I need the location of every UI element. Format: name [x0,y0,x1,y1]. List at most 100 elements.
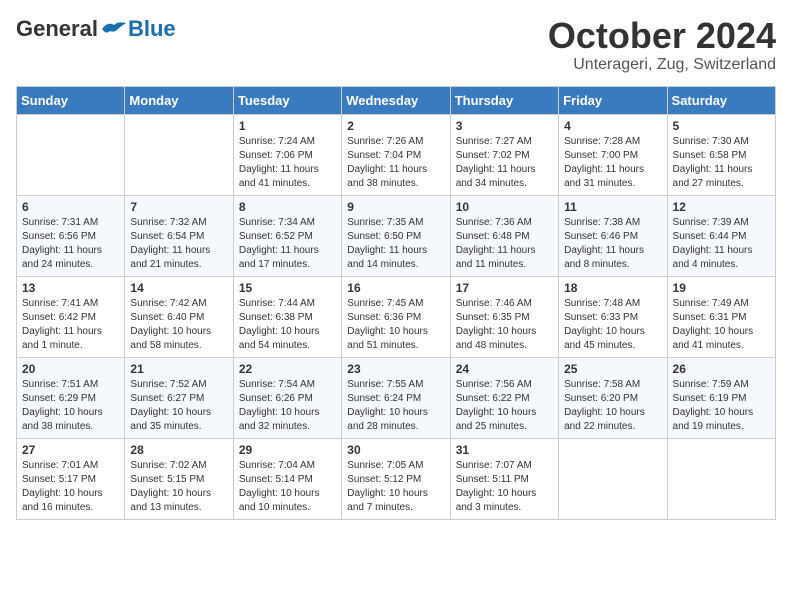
day-content: Sunrise: 7:52 AM Sunset: 6:27 PM Dayligh… [130,378,227,434]
calendar-cell: 24 Sunrise: 7:56 AM Sunset: 6:22 PM Dayli… [450,357,558,438]
weekday-header-thursday: Thursday [450,86,558,114]
calendar-cell: 6Sunrise: 7:31 AM Sunset: 6:56 PM Daylig… [17,195,125,276]
calendar-cell: 31 Sunrise: 7:07 AM Sunset: 5:11 PM Dayli… [450,438,558,519]
day-number: 14 [130,281,227,295]
calendar-cell: 3Sunrise: 7:27 AM Sunset: 7:02 PM Daylig… [450,114,558,195]
day-number: 5 [673,119,770,133]
weekday-header-wednesday: Wednesday [342,86,450,114]
day-content: Sunrise: 7:26 AM Sunset: 7:04 PM Dayligh… [347,135,444,191]
calendar-cell: 28Sunrise: 7:02 AM Sunset: 5:15 PM Dayli… [125,438,233,519]
day-number: 7 [130,200,227,214]
logo: General Blue [16,16,176,42]
calendar-cell: 7Sunrise: 7:32 AM Sunset: 6:54 PM Daylig… [125,195,233,276]
day-content: Sunrise: 7:38 AM Sunset: 6:46 PM Dayligh… [564,216,661,272]
calendar-cell: 25 Sunrise: 7:58 AM Sunset: 6:20 PM Dayli… [559,357,667,438]
day-content: Sunrise: 7:34 AM Sunset: 6:52 PM Dayligh… [239,216,336,272]
day-content: Sunrise: 7:49 AM Sunset: 6:31 PM Dayligh… [673,297,770,353]
calendar-week-3: 13 Sunrise: 7:41 AM Sunset: 6:42 PM Dayli… [17,276,776,357]
calendar-week-2: 6Sunrise: 7:31 AM Sunset: 6:56 PM Daylig… [17,195,776,276]
calendar-cell: 1 Sunrise: 7:24 AM Sunset: 7:06 PM Daylig… [233,114,341,195]
day-number: 18 [564,281,661,295]
calendar-table: SundayMondayTuesdayWednesdayThursdayFrid… [16,86,776,520]
weekday-header-monday: Monday [125,86,233,114]
day-number: 2 [347,119,444,133]
day-number: 30 [347,443,444,457]
calendar-cell: 19Sunrise: 7:49 AM Sunset: 6:31 PM Dayli… [667,276,775,357]
calendar-cell: 20Sunrise: 7:51 AM Sunset: 6:29 PM Dayli… [17,357,125,438]
calendar-cell: 9Sunrise: 7:35 AM Sunset: 6:50 PM Daylig… [342,195,450,276]
day-content: Sunrise: 7:30 AM Sunset: 6:58 PM Dayligh… [673,135,770,191]
day-number: 22 [239,362,336,376]
day-number: 12 [673,200,770,214]
day-content: Sunrise: 7:04 AM Sunset: 5:14 PM Dayligh… [239,459,336,515]
day-content: Sunrise: 7:07 AM Sunset: 5:11 PM Dayligh… [456,459,553,515]
day-content: Sunrise: 7:42 AM Sunset: 6:40 PM Dayligh… [130,297,227,353]
calendar-cell: 17 Sunrise: 7:46 AM Sunset: 6:35 PM Dayli… [450,276,558,357]
day-number: 23 [347,362,444,376]
weekday-header-tuesday: Tuesday [233,86,341,114]
calendar-cell [17,114,125,195]
calendar-cell [667,438,775,519]
calendar-cell: 15Sunrise: 7:44 AM Sunset: 6:38 PM Dayli… [233,276,341,357]
day-number: 15 [239,281,336,295]
day-content: Sunrise: 7:51 AM Sunset: 6:29 PM Dayligh… [22,378,119,434]
weekday-header-friday: Friday [559,86,667,114]
calendar-cell: 11Sunrise: 7:38 AM Sunset: 6:46 PM Dayli… [559,195,667,276]
day-content: Sunrise: 7:54 AM Sunset: 6:26 PM Dayligh… [239,378,336,434]
calendar-cell: 16Sunrise: 7:45 AM Sunset: 6:36 PM Dayli… [342,276,450,357]
day-number: 24 [456,362,553,376]
logo-general: General [16,16,98,42]
day-content: Sunrise: 7:35 AM Sunset: 6:50 PM Dayligh… [347,216,444,272]
day-number: 10 [456,200,553,214]
day-number: 21 [130,362,227,376]
day-content: Sunrise: 7:59 AM Sunset: 6:19 PM Dayligh… [673,378,770,434]
weekday-header-sunday: Sunday [17,86,125,114]
calendar-cell: 10 Sunrise: 7:36 AM Sunset: 6:48 PM Dayli… [450,195,558,276]
calendar-cell [559,438,667,519]
calendar-cell: 2 Sunrise: 7:26 AM Sunset: 7:04 PM Daylig… [342,114,450,195]
location: Unterageri, Zug, Switzerland [548,56,776,74]
calendar-cell: 8 Sunrise: 7:34 AM Sunset: 6:52 PM Daylig… [233,195,341,276]
day-content: Sunrise: 7:01 AM Sunset: 5:17 PM Dayligh… [22,459,119,515]
day-number: 27 [22,443,119,457]
day-number: 3 [456,119,553,133]
day-content: Sunrise: 7:39 AM Sunset: 6:44 PM Dayligh… [673,216,770,272]
day-content: Sunrise: 7:58 AM Sunset: 6:20 PM Dayligh… [564,378,661,434]
calendar-week-5: 27 Sunrise: 7:01 AM Sunset: 5:17 PM Dayli… [17,438,776,519]
calendar-cell: 14 Sunrise: 7:42 AM Sunset: 6:40 PM Dayli… [125,276,233,357]
day-number: 1 [239,119,336,133]
title-block: October 2024 Unterageri, Zug, Switzerlan… [548,16,776,74]
day-content: Sunrise: 7:56 AM Sunset: 6:22 PM Dayligh… [456,378,553,434]
day-number: 26 [673,362,770,376]
day-number: 4 [564,119,661,133]
logo-bird-icon [100,19,128,39]
day-content: Sunrise: 7:41 AM Sunset: 6:42 PM Dayligh… [22,297,119,353]
day-content: Sunrise: 7:02 AM Sunset: 5:15 PM Dayligh… [130,459,227,515]
calendar-cell: 13 Sunrise: 7:41 AM Sunset: 6:42 PM Dayli… [17,276,125,357]
day-content: Sunrise: 7:36 AM Sunset: 6:48 PM Dayligh… [456,216,553,272]
calendar-cell: 18 Sunrise: 7:48 AM Sunset: 6:33 PM Dayli… [559,276,667,357]
calendar-week-4: 20Sunrise: 7:51 AM Sunset: 6:29 PM Dayli… [17,357,776,438]
day-number: 13 [22,281,119,295]
day-number: 25 [564,362,661,376]
calendar-cell: 5 Sunrise: 7:30 AM Sunset: 6:58 PM Daylig… [667,114,775,195]
day-content: Sunrise: 7:05 AM Sunset: 5:12 PM Dayligh… [347,459,444,515]
calendar-cell: 26 Sunrise: 7:59 AM Sunset: 6:19 PM Dayli… [667,357,775,438]
month-title: October 2024 [548,16,776,56]
calendar-header-row: SundayMondayTuesdayWednesdayThursdayFrid… [17,86,776,114]
day-content: Sunrise: 7:24 AM Sunset: 7:06 PM Dayligh… [239,135,336,191]
day-content: Sunrise: 7:31 AM Sunset: 6:56 PM Dayligh… [22,216,119,272]
calendar-cell: 23Sunrise: 7:55 AM Sunset: 6:24 PM Dayli… [342,357,450,438]
page-header: General Blue October 2024 Unterageri, Zu… [16,16,776,74]
day-number: 16 [347,281,444,295]
calendar-cell: 29Sunrise: 7:04 AM Sunset: 5:14 PM Dayli… [233,438,341,519]
day-number: 8 [239,200,336,214]
day-number: 31 [456,443,553,457]
logo-blue: Blue [128,16,176,42]
day-number: 17 [456,281,553,295]
calendar-cell: 22 Sunrise: 7:54 AM Sunset: 6:26 PM Dayli… [233,357,341,438]
calendar-week-1: 1 Sunrise: 7:24 AM Sunset: 7:06 PM Daylig… [17,114,776,195]
day-content: Sunrise: 7:48 AM Sunset: 6:33 PM Dayligh… [564,297,661,353]
day-content: Sunrise: 7:46 AM Sunset: 6:35 PM Dayligh… [456,297,553,353]
calendar-cell: 27 Sunrise: 7:01 AM Sunset: 5:17 PM Dayli… [17,438,125,519]
